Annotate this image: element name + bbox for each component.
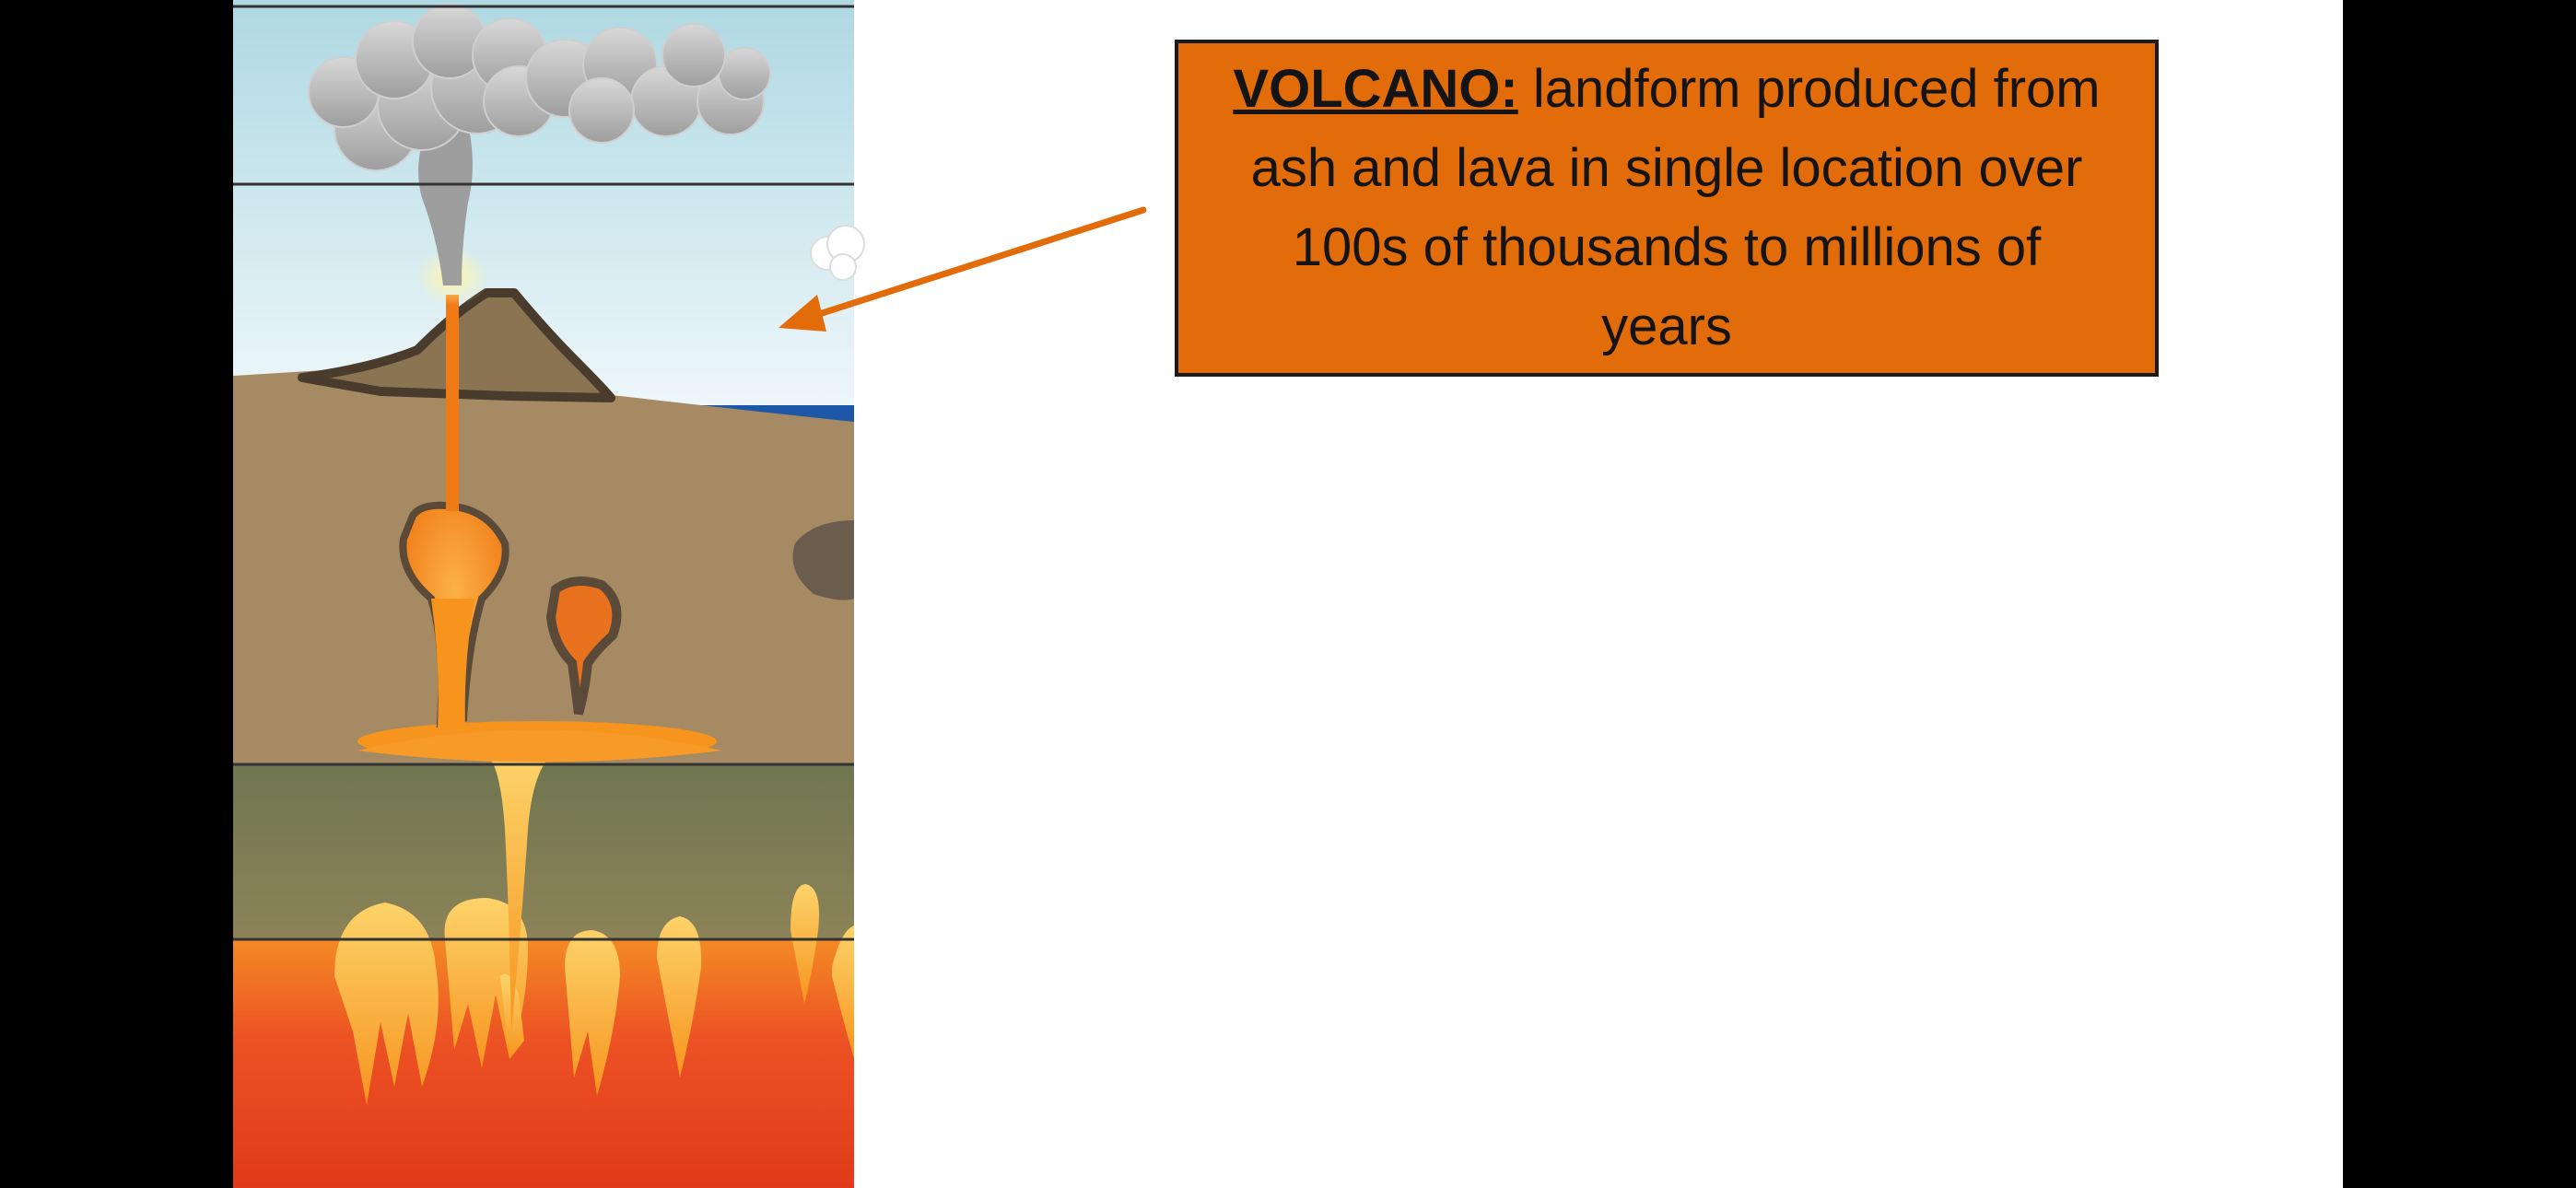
definition-term: VOLCANO: [1233,59,1518,119]
lower-mantle-layer [233,939,854,1188]
definition-text: VOLCANO: landform produced from ash and … [1224,50,2109,367]
upper-mantle-layer [233,764,854,939]
crust-layer [233,367,854,764]
volcano-conduit [446,295,459,511]
diagram-panel [233,0,865,1188]
slide: VOLCANO: landform produced from ash and … [233,0,2343,1188]
definition-box: VOLCANO: landform produced from ash and … [1175,40,2159,377]
